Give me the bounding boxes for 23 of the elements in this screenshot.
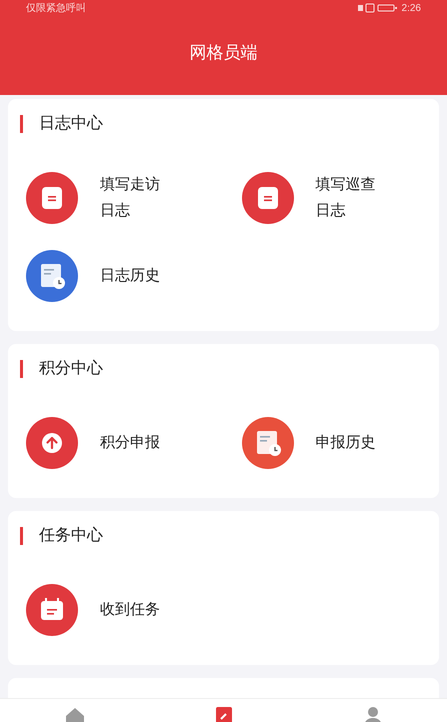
- menu-item-label[interactable]: 收到任务: [100, 597, 164, 623]
- status-time: 2:26: [402, 2, 421, 16]
- document-icon[interactable]: [26, 172, 78, 224]
- menu-item-label[interactable]: 填写走访日志: [100, 172, 164, 224]
- menu-item-label[interactable]: 积分申报: [100, 430, 164, 456]
- document-icon[interactable]: [242, 172, 294, 224]
- section-title: 积分中心: [39, 358, 103, 379]
- clock-document-icon[interactable]: [26, 250, 78, 302]
- section-title: 任务中心: [39, 526, 103, 546]
- calendar-icon[interactable]: [26, 584, 78, 636]
- clock-document-icon[interactable]: [242, 417, 294, 469]
- status-icons: [358, 3, 398, 13]
- status-text: 仅限紧急呼叫: [26, 2, 86, 16]
- title-accent: [20, 360, 23, 378]
- menu-item-label[interactable]: 填写巡查日志: [316, 172, 380, 224]
- page-title: 网格员端: [190, 42, 258, 64]
- menu-item-label[interactable]: 申报历史: [316, 430, 380, 456]
- menu-item-label[interactable]: 日志历史: [100, 263, 164, 289]
- section-title: 日志中心: [39, 114, 103, 134]
- home-icon[interactable]: [64, 705, 86, 722]
- title-accent: [20, 527, 23, 545]
- upload-icon[interactable]: [26, 417, 78, 469]
- title-accent: [20, 115, 23, 133]
